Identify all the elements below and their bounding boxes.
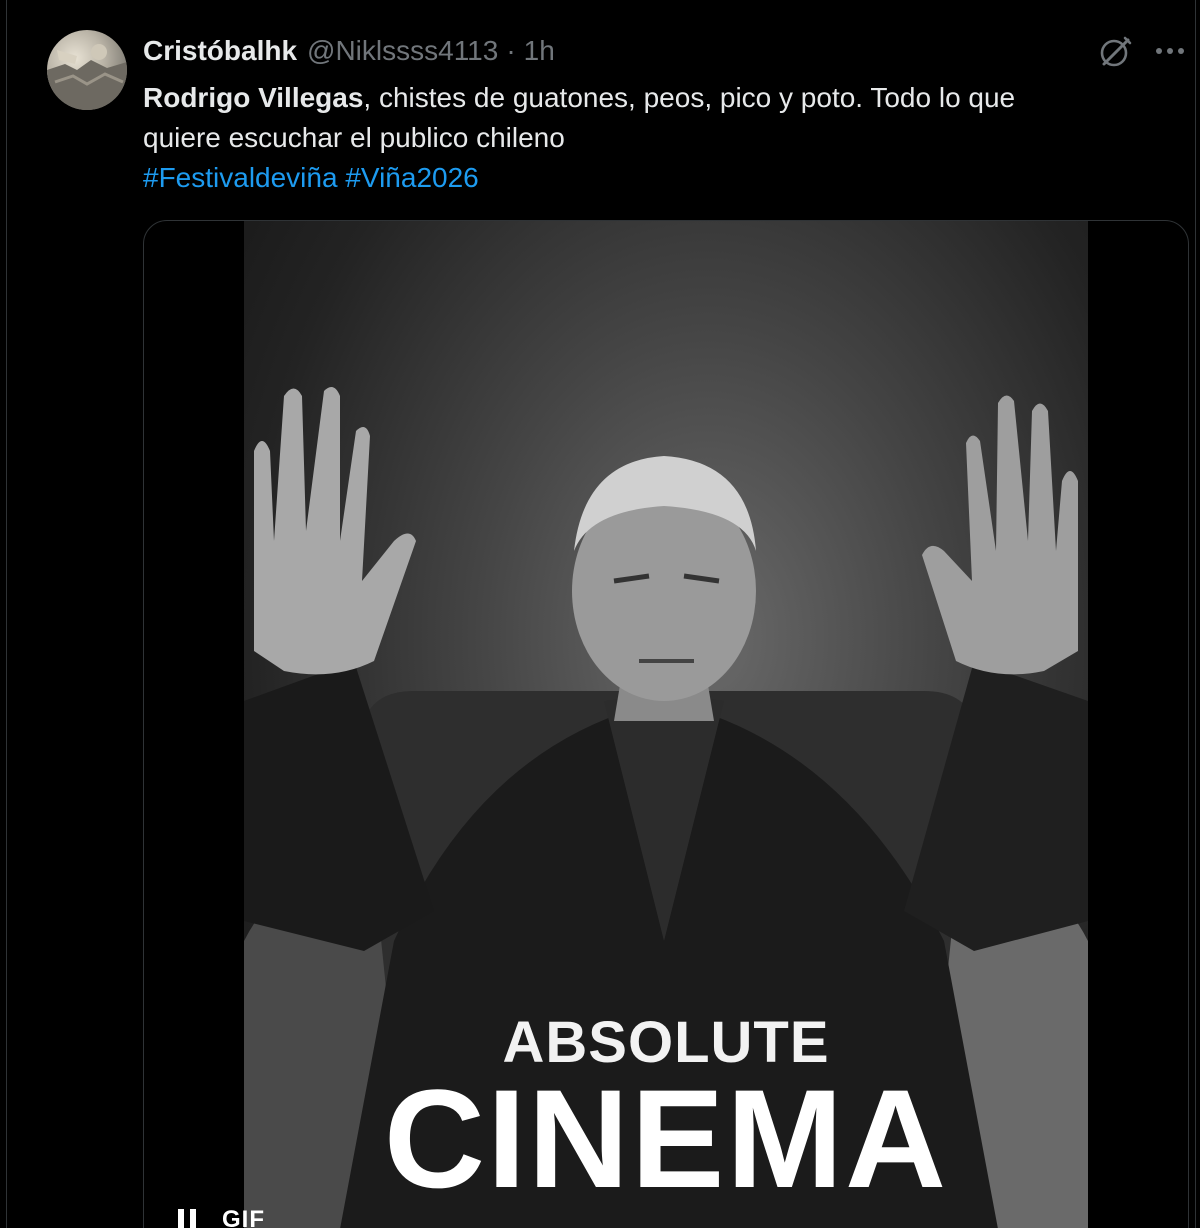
grok-icon[interactable] [1097,34,1133,70]
avatar[interactable] [47,30,127,110]
gif-badge: GIF [222,1206,265,1228]
gif-image[interactable]: ABSOLUTE CINEMA [244,221,1088,1228]
hashtag-vina2026[interactable]: #Viña2026 [345,162,478,193]
tweet-text-line-1: Rodrigo Villegas, chistes de guatones, p… [143,78,1163,118]
tweet-text-line-2: quiere escuchar el publico chileno [143,122,565,153]
timestamp[interactable]: 1h [524,35,555,67]
avatar-image [47,44,127,110]
hashtag-line: #Festivaldeviña #Viña2026 [143,158,1163,198]
pause-icon[interactable] [174,1205,200,1228]
tweet-text-line-1-rest: , chistes de guatones, peos, pico y poto… [363,82,1016,113]
tweet-header: Cristóbalhk @Niklssss4113 · 1h [143,34,555,68]
more-icon[interactable] [1153,36,1187,66]
media-card[interactable]: ABSOLUTE CINEMA GIF [143,220,1189,1228]
separator-dot: · [506,35,516,66]
display-name[interactable]: Cristóbalhk [143,35,297,67]
gif-controls: GIF [174,1205,265,1228]
user-handle[interactable]: @Niklssss4113 [307,35,498,67]
hashtag-festivaldevina[interactable]: #Festivaldeviña [143,162,338,193]
tweet-container[interactable]: Cristóbalhk @Niklssss4113 · 1h Rodrigo V… [6,0,1196,1228]
tweet-text: Rodrigo Villegas, chistes de guatones, p… [143,78,1163,198]
bold-name: Rodrigo Villegas [143,82,364,113]
caption-cinema: CINEMA [383,1060,949,1217]
